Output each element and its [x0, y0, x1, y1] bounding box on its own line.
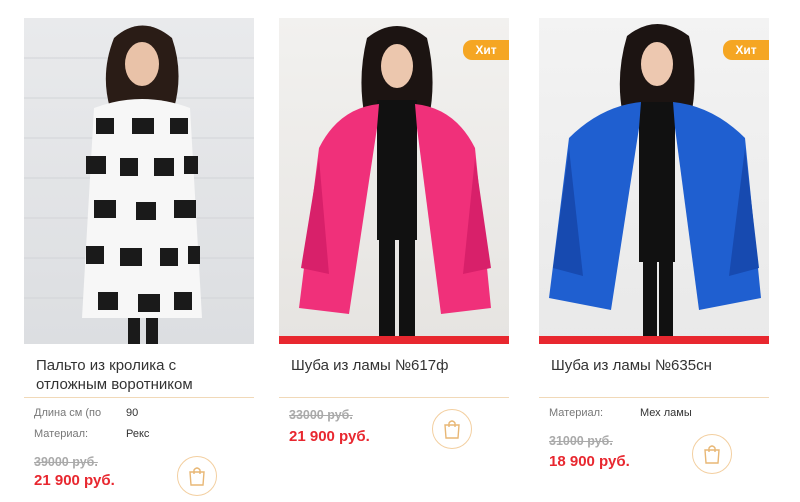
attribute-label: Длина см (по: [34, 406, 102, 419]
promo-banner: АКЦИЯ ДО 17 НОЯБРЯ!: [279, 336, 509, 344]
product-title[interactable]: Шуба из ламы №635сн: [551, 356, 765, 375]
attribute-label: Материал:: [549, 406, 604, 419]
hit-badge: Хит: [463, 40, 509, 60]
product-photo[interactable]: Хит АКЦИЯ ДО 17 НОЯБРЯ!: [539, 18, 769, 344]
current-price: 21 900 руб.: [34, 472, 115, 489]
attribute-value: 90: [126, 406, 139, 419]
attribute-value: Мех ламы: [640, 406, 692, 419]
old-price: 39000 руб.: [34, 455, 98, 469]
attribute-row: Длина см (по 90: [34, 402, 249, 423]
hit-badge: Хит: [723, 40, 769, 60]
coat-illustration: [24, 25, 254, 344]
divider: [539, 397, 769, 398]
product-card: Пальто из кролика с отложным воротником …: [24, 0, 254, 502]
attribute-value: Рекс: [126, 427, 150, 440]
attribute-row: Материал: Рекс: [34, 423, 249, 444]
product-attributes: Материал: Мех ламы: [549, 402, 764, 423]
divider: [24, 397, 254, 398]
product-attributes: Длина см (по 90 Материал: Рекс: [34, 402, 249, 444]
product-card: Хит АКЦИЯ ДО 17 НОЯБРЯ! Шуба из ламы №63…: [539, 0, 769, 502]
divider: [279, 397, 509, 398]
old-price: 31000 руб.: [549, 434, 613, 448]
product-title[interactable]: Пальто из кролика с отложным воротником: [36, 356, 250, 394]
product-title[interactable]: Шуба из ламы №617ф: [291, 356, 505, 375]
add-to-cart-button[interactable]: [177, 456, 217, 496]
promo-banner: АКЦИЯ ДО 17 НОЯБРЯ!: [539, 336, 769, 344]
coat-illustration: [299, 26, 491, 340]
attribute-label: Материал:: [34, 427, 89, 440]
shopping-bag-icon: [444, 420, 460, 439]
product-card: Хит АКЦИЯ ДО 17 НОЯБРЯ! Шуба из ламы №61…: [279, 0, 509, 502]
add-to-cart-button[interactable]: [692, 434, 732, 474]
shopping-bag-icon: [704, 445, 720, 464]
attribute-row: Материал: Мех ламы: [549, 402, 764, 423]
current-price: 21 900 руб.: [289, 428, 370, 445]
current-price: 18 900 руб.: [549, 453, 630, 470]
old-price: 33000 руб.: [289, 408, 353, 422]
product-photo[interactable]: [24, 18, 254, 344]
coat-illustration: [549, 24, 761, 344]
shopping-bag-icon: [189, 467, 205, 486]
add-to-cart-button[interactable]: [432, 409, 472, 449]
product-photo[interactable]: Хит АКЦИЯ ДО 17 НОЯБРЯ!: [279, 18, 509, 344]
